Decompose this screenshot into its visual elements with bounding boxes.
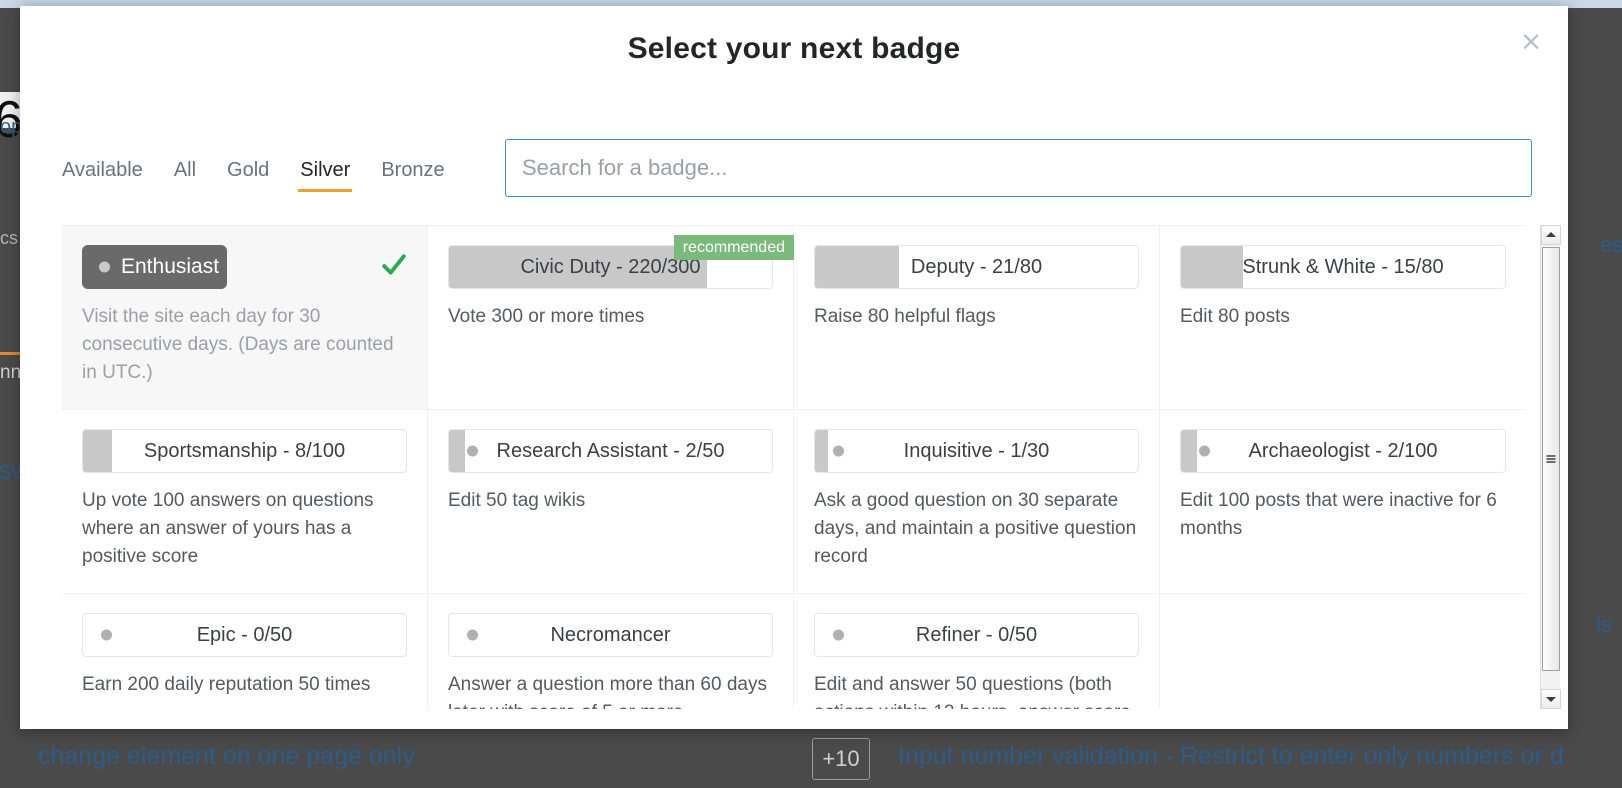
background-fragment-nn: nn [0, 362, 22, 383]
recommended-badge-tag: recommended [673, 235, 794, 260]
tab-available[interactable]: Available [62, 157, 143, 192]
badge-description: Up vote 100 answers on questions where a… [82, 490, 374, 567]
badge-progress-button[interactable]: Strunk & White - 15/80 [1180, 245, 1506, 289]
badge-list-scrollbar[interactable] [1540, 225, 1561, 709]
background-fragment-es: es [1600, 232, 1622, 257]
badge-description: Earn 200 daily reputation 50 times [82, 674, 371, 695]
background-fragment-is: is [1596, 612, 1612, 637]
badge-description: Vote 300 or more times [448, 306, 645, 327]
badge-progress-button[interactable]: Sportsmanship - 8/100 [82, 429, 407, 473]
tab-gold[interactable]: Gold [227, 157, 269, 192]
select-badge-modal: Select your next badge × Available All Gol… [20, 6, 1568, 729]
badge-label: Refiner - 0/50 [915, 624, 1038, 646]
badge-progress-button[interactable]: Refiner - 0/50 [814, 613, 1139, 657]
badge-label: Necromancer [550, 624, 671, 646]
background-vote-badge: +10 [812, 738, 870, 780]
badge-label: Strunk & White - 15/80 [1242, 256, 1444, 278]
badge-description: Answer a question more than 60 days late… [448, 674, 767, 709]
badge-cell[interactable]: Refiner - 0/50 Edit and answer 50 questio… [794, 594, 1160, 709]
badge-label: Epic - 0/50 [196, 624, 293, 646]
badge-tier-tabs: Available All Gold Silver Bronze [62, 157, 476, 192]
badge-cell[interactable]: Epic - 0/50 Earn 200 daily reputation 50 … [62, 594, 428, 709]
search-input[interactable] [505, 139, 1532, 197]
background-question-right[interactable]: Input number validation - Restrict to en… [898, 742, 1564, 771]
badge-progress-button[interactable]: Deputy - 21/80 [814, 245, 1139, 289]
checkmark-icon [382, 254, 406, 275]
badge-progress-button[interactable]: Archaeologist - 2/100 [1180, 429, 1506, 473]
close-icon[interactable]: × [1516, 28, 1546, 58]
tab-all[interactable]: All [174, 157, 196, 192]
badge-label: Enthusiast [121, 255, 220, 278]
filter-controls: Available All Gold Silver Bronze [62, 139, 1532, 197]
badge-cell[interactable]: Enthusiast Visit the site each day for 30… [62, 226, 428, 410]
page-root: 6 op cs nn SW is es change element on on… [0, 0, 1622, 788]
background-fragment-op-1: op [0, 116, 23, 138]
badge-grid-scroll-region: Enthusiast Visit the site each day for 30… [62, 225, 1526, 709]
badge-description: Raise 80 helpful flags [814, 306, 996, 327]
badge-progress-button[interactable]: Necromancer [448, 613, 773, 657]
scrollbar-grip-icon [1546, 455, 1556, 463]
badge-cell[interactable]: Inquisitive - 1/30 Ask a good question on… [794, 410, 1160, 594]
badge-progress-button[interactable]: Enthusiast [82, 245, 227, 289]
badge-cell[interactable]: recommended Civic Duty - 220/300 Vote 300 … [428, 226, 794, 410]
badge-description: Ask a good question on 30 separate days,… [814, 490, 1137, 567]
badge-grid: Enthusiast Visit the site each day for 30… [62, 226, 1526, 709]
badge-description: Edit 100 posts that were inactive for 6 … [1180, 490, 1497, 539]
badge-description: Visit the site each day for 30 consecuti… [82, 306, 394, 383]
badge-description: Edit 50 tag wikis [448, 490, 586, 511]
badge-label: Research Assistant - 2/50 [496, 440, 725, 462]
badge-cell[interactable]: Necromancer Answer a question more than 6… [428, 594, 794, 709]
scroll-down-arrow-icon[interactable] [1541, 689, 1561, 709]
badge-cell[interactable]: Archaeologist - 2/100 Edit 100 posts that… [1160, 410, 1526, 594]
background-question-left[interactable]: change element on one page only [38, 742, 415, 771]
badge-cell[interactable]: Deputy - 21/80 Raise 80 helpful flags [794, 226, 1160, 410]
badge-description: Edit 80 posts [1180, 306, 1290, 327]
tab-silver[interactable]: Silver [298, 157, 353, 192]
badge-cell[interactable]: Strunk & White - 15/80 Edit 80 posts [1160, 226, 1526, 410]
scrollbar-thumb[interactable] [1542, 247, 1560, 671]
badge-label: Sportsmanship - 8/100 [143, 440, 346, 462]
page-title: Select your next badge [627, 32, 961, 65]
badge-label: Deputy - 21/80 [910, 256, 1043, 278]
badge-progress-button[interactable]: Inquisitive - 1/30 [814, 429, 1139, 473]
tab-bronze[interactable]: Bronze [381, 157, 444, 192]
badge-cell-empty [1160, 594, 1526, 709]
badge-cell[interactable]: Sportsmanship - 8/100 Up vote 100 answers… [62, 410, 428, 594]
scroll-up-arrow-icon[interactable] [1541, 225, 1561, 245]
badge-progress-button[interactable]: Epic - 0/50 [82, 613, 407, 657]
badge-label: Archaeologist - 2/100 [1248, 440, 1438, 462]
badge-cell[interactable]: Research Assistant - 2/50 Edit 50 tag wik… [428, 410, 794, 594]
badge-progress-button[interactable]: Research Assistant - 2/50 [448, 429, 773, 473]
badge-label: Inquisitive - 1/30 [903, 440, 1050, 462]
badge-description: Edit and answer 50 questions (both actio… [814, 674, 1131, 709]
background-fragment-cs: cs [0, 228, 18, 248]
